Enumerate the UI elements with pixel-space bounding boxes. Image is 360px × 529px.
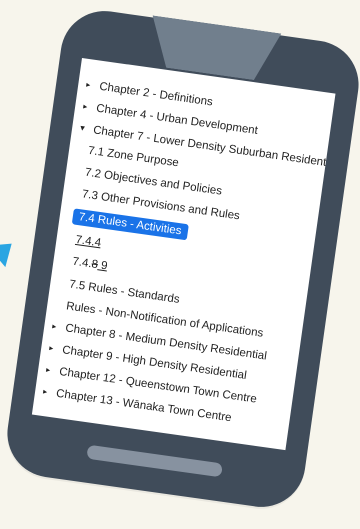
arrow-pointer-icon (0, 232, 21, 268)
illustration: ▸ Chapter 2 - Definitions ▸ Chapter 4 - … (0, 0, 360, 529)
phone-frame: ▸ Chapter 2 - Definitions ▸ Chapter 4 - … (1, 5, 360, 513)
phone-screen: ▸ Chapter 2 - Definitions ▸ Chapter 4 - … (31, 57, 336, 451)
toc-item-label-new: 9 (97, 259, 109, 273)
table-of-contents: ▸ Chapter 2 - Definitions ▸ Chapter 4 - … (32, 58, 336, 450)
caret-right-icon: ▸ (42, 386, 48, 397)
toc-item-label-prefix: 7.4. (71, 255, 93, 271)
caret-right-icon: ▸ (45, 365, 51, 375)
caret-down-icon: ▾ (79, 122, 86, 134)
caret-right-icon: ▸ (85, 79, 91, 90)
caret-right-icon: ▸ (48, 343, 54, 353)
toc-item-7-4-9[interactable]: 7.4.8 9 (71, 254, 109, 275)
caret-right-icon: ▸ (51, 321, 58, 331)
toc-item-label: 7.4.4 (74, 233, 102, 250)
toc-item-7-4-4[interactable]: 7.4.4 (75, 232, 103, 251)
home-indicator-bar (86, 444, 223, 478)
caret-right-icon: ▸ (82, 101, 88, 112)
